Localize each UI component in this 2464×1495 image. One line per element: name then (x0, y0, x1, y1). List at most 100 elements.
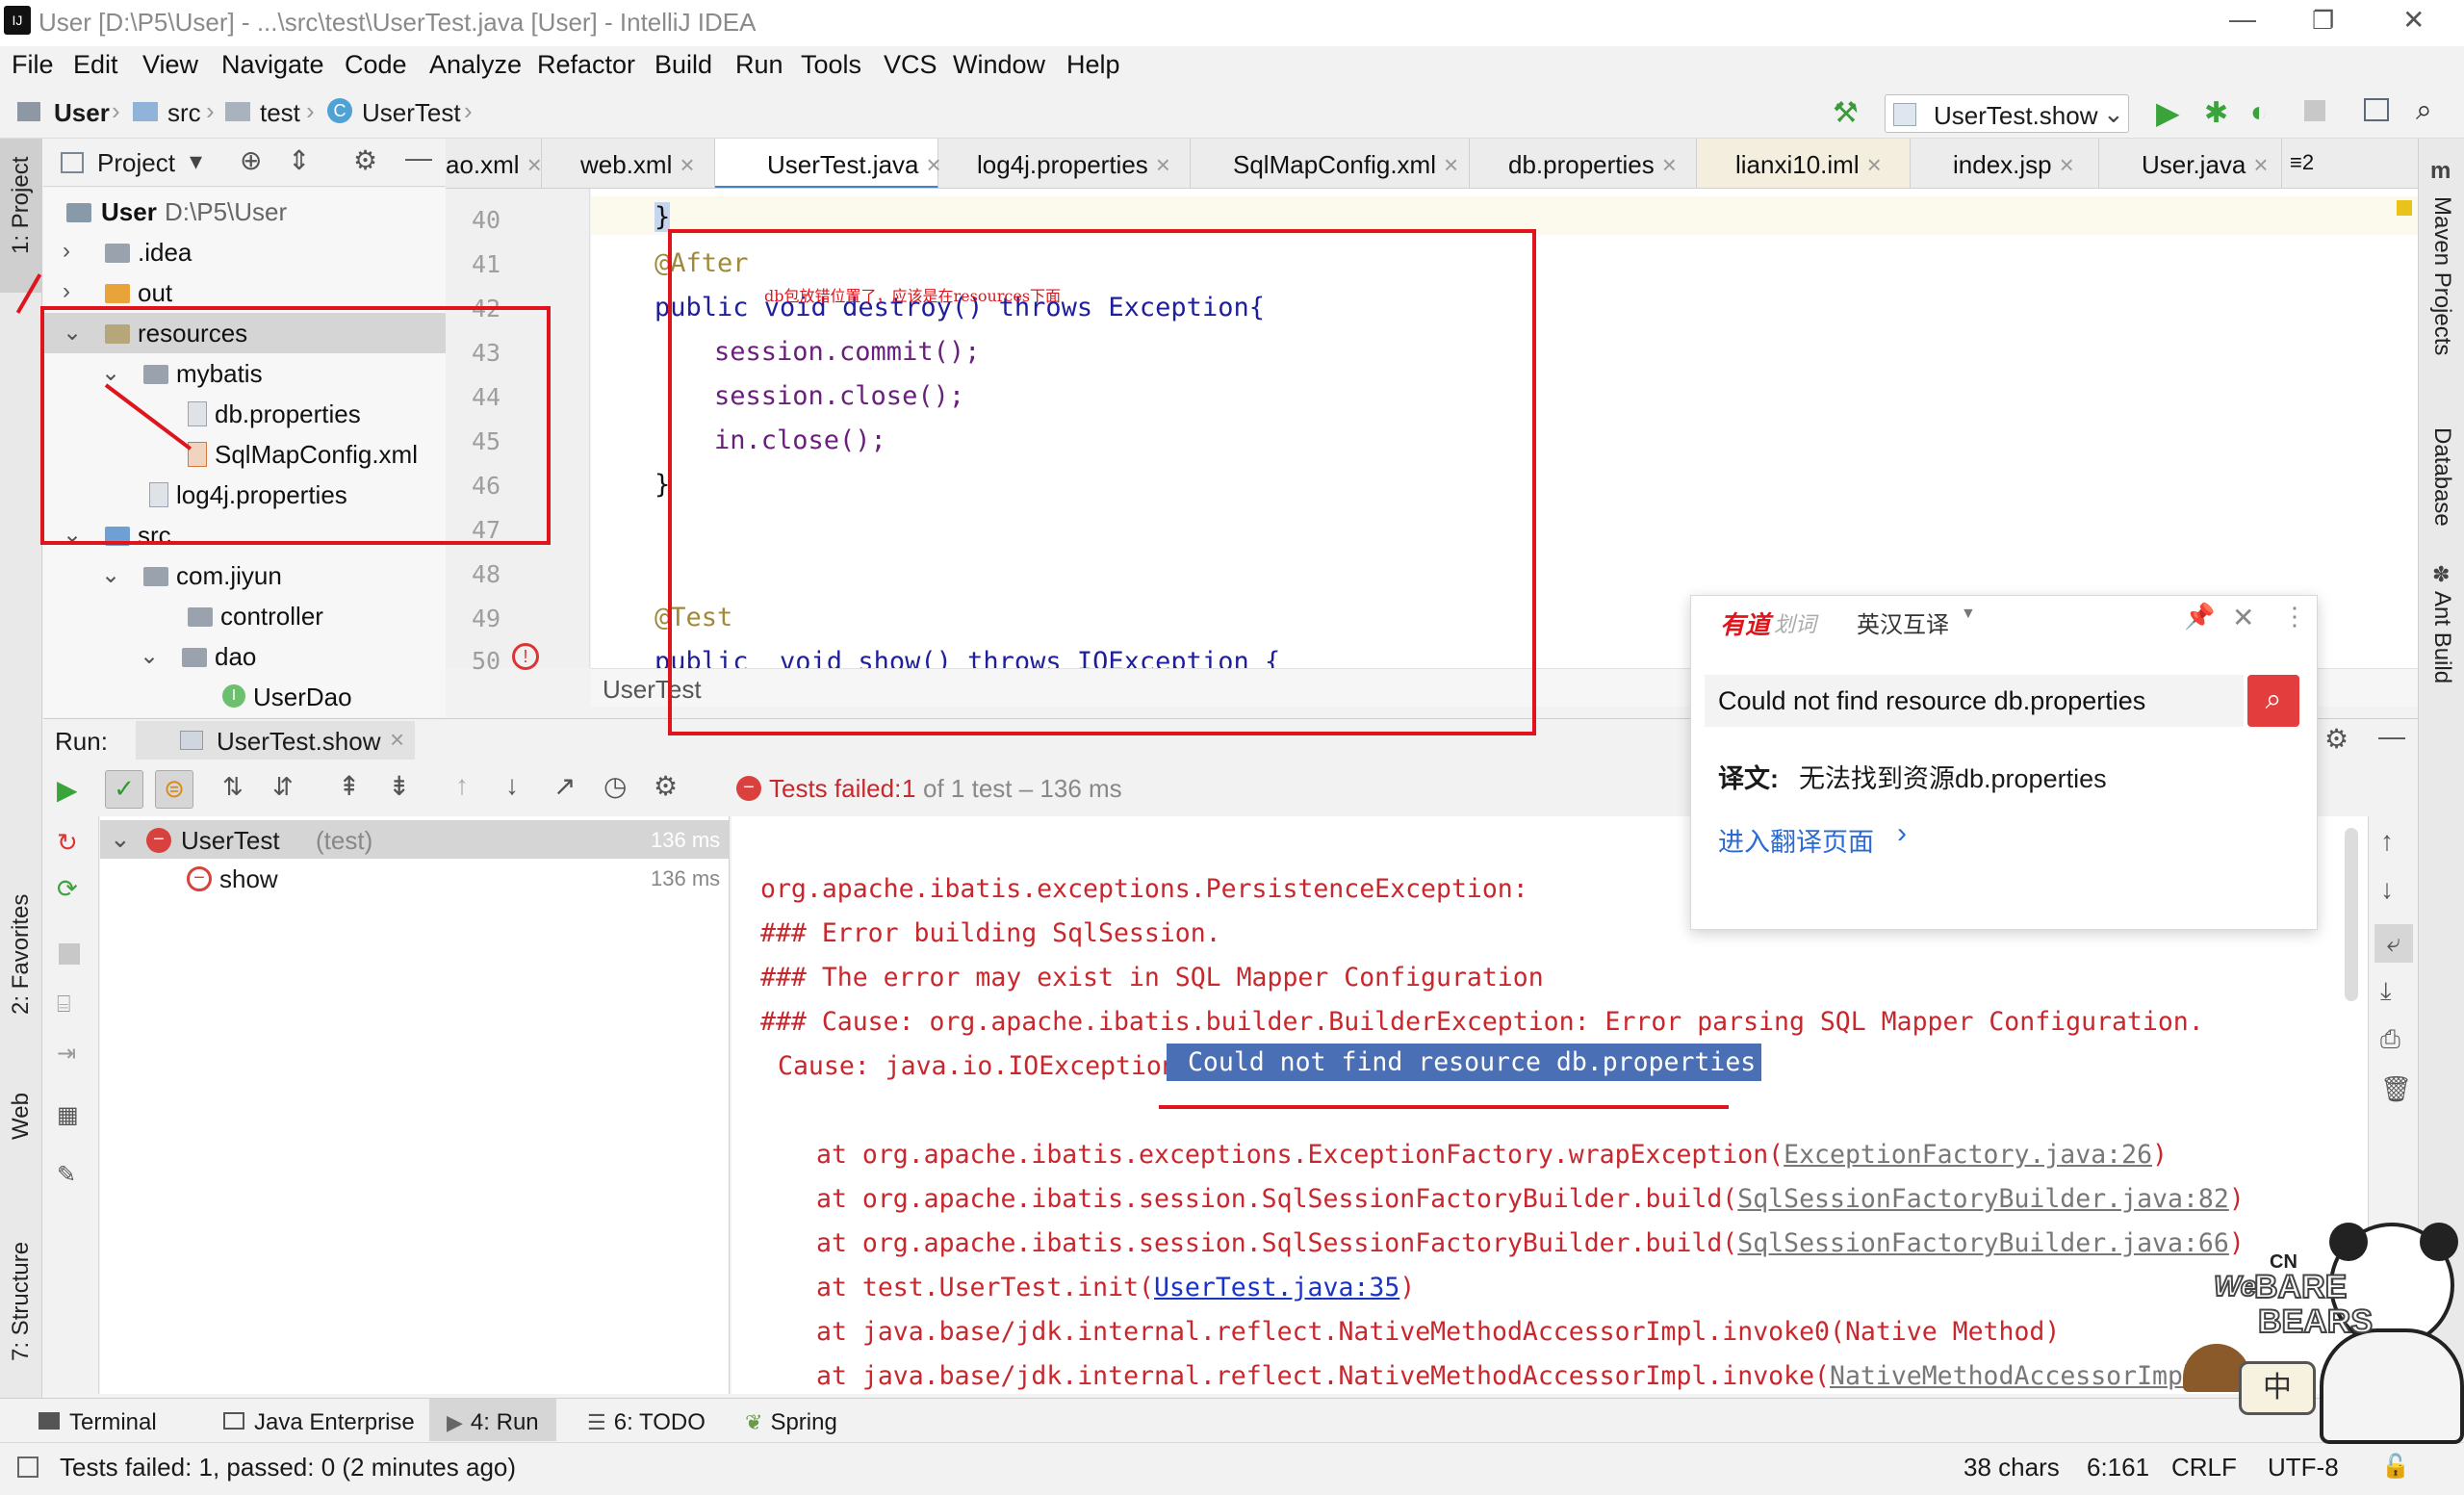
import-icon[interactable]: ⇥ (57, 1040, 76, 1068)
tab-db-properties[interactable]: db.properties × (1470, 139, 1697, 188)
open-translation-link[interactable]: 进入翻译页面 (1718, 821, 1874, 859)
minimize-button[interactable]: — (2229, 4, 2256, 35)
stack-link[interactable]: NativeMethodAccessorImpl (1830, 1361, 2198, 1391)
tab-todo[interactable]: ☰ 6: TODO (587, 1406, 706, 1436)
menu-navigate[interactable]: Navigate (221, 50, 324, 80)
scroll-down-icon[interactable]: ↓ (2380, 874, 2394, 905)
tab-lianxi10-iml[interactable]: lianxi10.iml × (1697, 139, 1911, 188)
rerun-failed-icon[interactable]: ↻ (57, 828, 78, 858)
run-config-dropdown[interactable]: UserTest.show ⌄ (1885, 94, 2129, 133)
stack-link[interactable]: UserTest.java:35 (1154, 1273, 1399, 1302)
test-method-row[interactable]: − show 136 ms (100, 859, 730, 897)
toggle-auto-test-icon[interactable]: ⟳ (57, 874, 78, 904)
sort-duration-icon[interactable]: ⇵ (272, 772, 294, 802)
menu-edit[interactable]: Edit (73, 50, 118, 80)
more-options-icon[interactable]: ⋮ (2282, 602, 2307, 632)
menu-run[interactable]: Run (735, 50, 783, 80)
tab-sqlmapconfig-xml[interactable]: SqlMapConfig.xml × (1191, 139, 1470, 188)
history-icon[interactable]: ◷ (603, 770, 627, 802)
status-position[interactable]: 6:161 (2087, 1453, 2149, 1482)
project-tool-tab[interactable]: 1: Project (0, 139, 42, 293)
tab-run[interactable]: ▶ 4: Run (429, 1399, 556, 1441)
close-icon[interactable]: × (390, 725, 404, 755)
project-structure-icon[interactable] (2364, 98, 2389, 121)
restore-button[interactable]: ❐ (2312, 6, 2334, 36)
ant-build-tool-tab[interactable]: Ant Build (2419, 581, 2464, 726)
menu-tools[interactable]: Tools (801, 50, 861, 80)
tree-item-controller[interactable]: controller (43, 596, 446, 636)
menu-refactor[interactable]: Refactor (537, 50, 635, 80)
menu-window[interactable]: Window (953, 50, 1045, 80)
breadcrumb-file[interactable]: UserTest (362, 98, 461, 128)
close-icon[interactable]: × (2060, 150, 2074, 179)
close-icon[interactable]: × (2253, 150, 2268, 179)
stack-link[interactable]: SqlSessionFactoryBuilder.java:66 (1737, 1228, 2229, 1258)
previous-test-icon[interactable]: ↑ (455, 770, 469, 801)
collapse-all-icon[interactable]: ⇕ (288, 144, 310, 176)
database-tool-tab[interactable]: Database (2419, 389, 2464, 533)
console-scrollbar[interactable] (2345, 828, 2358, 1001)
tree-item-dao[interactable]: ⌄ dao (43, 636, 446, 677)
breadcrumb-test[interactable]: test (260, 98, 300, 128)
pin-icon[interactable]: ✎ (57, 1161, 76, 1189)
show-ignored-icon[interactable]: ⊜ (155, 770, 193, 809)
status-encoding[interactable]: UTF-8 (2268, 1453, 2339, 1482)
export-icon[interactable]: ↗ (553, 770, 576, 802)
tree-item-idea[interactable]: › .idea (43, 232, 446, 272)
breadcrumb-project[interactable]: User (54, 98, 110, 128)
collapse-all-icon[interactable]: ⇟ (388, 770, 410, 802)
pin-icon[interactable]: 📌 (2184, 602, 2215, 632)
menu-view[interactable]: View (142, 50, 198, 80)
layout-icon[interactable]: ▦ (57, 1101, 79, 1129)
settings-gear-icon[interactable]: ⚙ (353, 144, 377, 176)
close-icon[interactable]: ✕ (2232, 602, 2254, 633)
settings-gear-icon[interactable]: ⚙ (654, 770, 678, 802)
tab-ao-xml[interactable]: ao.xml × (446, 139, 542, 188)
tab-terminal[interactable]: Terminal (38, 1406, 157, 1436)
menu-vcs[interactable]: VCS (884, 50, 937, 80)
test-class-row[interactable]: ⌄ − UserTest (test) 136 ms (100, 820, 730, 859)
camera-icon[interactable]: ⌸ (57, 992, 70, 1018)
scroll-up-icon[interactable]: ↑ (2380, 826, 2394, 857)
locate-file-icon[interactable]: ⊕ (240, 144, 262, 176)
tree-item-root[interactable]: User D:\P5\User (43, 192, 446, 232)
close-icon[interactable]: × (1867, 150, 1882, 179)
hide-panel-icon[interactable]: — (405, 142, 432, 173)
close-icon[interactable]: × (1156, 150, 1170, 179)
tab-index-jsp[interactable]: index.jsp × (1911, 139, 2099, 188)
stack-link[interactable]: SqlSessionFactoryBuilder.java:82 (1737, 1184, 2229, 1214)
search-icon[interactable]: ⌕ (2416, 94, 2432, 127)
structure-tool-tab[interactable]: 7: Structure (0, 1217, 42, 1380)
expand-all-icon[interactable]: ⇞ (338, 770, 360, 802)
tab-java-enterprise[interactable]: Java Enterprise (223, 1406, 415, 1436)
build-hammer-icon[interactable]: ⚒ (1833, 96, 1859, 130)
tab-overflow-button[interactable]: ≡2 (2284, 139, 2338, 188)
print-icon[interactable]: ⎙ (2380, 1024, 2400, 1055)
menu-code[interactable]: Code (345, 50, 407, 80)
tab-log4j-properties[interactable]: log4j.properties × (938, 139, 1191, 188)
language-dropdown[interactable]: 英汉互译 (1857, 606, 1949, 639)
run-icon[interactable]: ▶ (2156, 94, 2180, 131)
web-tool-tab[interactable]: Web (0, 1082, 42, 1178)
close-icon[interactable]: × (1444, 150, 1458, 179)
run-tab[interactable]: UserTest.show × (136, 721, 415, 760)
menu-help[interactable]: Help (1066, 50, 1120, 80)
close-icon[interactable]: × (527, 150, 542, 179)
favorites-tool-tab[interactable]: 2: Favorites (0, 894, 42, 1044)
stack-link[interactable]: ExceptionFactory.java:26 (1784, 1140, 2152, 1170)
coverage-icon[interactable]: ◐ (2250, 96, 2268, 129)
project-view-dropdown[interactable]: Project (97, 148, 175, 178)
next-test-icon[interactable]: ↓ (505, 770, 519, 801)
search-button[interactable]: ⌕ (2247, 675, 2299, 727)
toggle-tool-windows-icon[interactable] (17, 1456, 38, 1478)
query-input[interactable]: Could not find resource db.properties (1718, 686, 2145, 716)
hide-panel-icon[interactable]: — (2378, 721, 2405, 752)
menu-file[interactable]: File (12, 50, 54, 80)
menu-build[interactable]: Build (654, 50, 712, 80)
breadcrumb-src[interactable]: src (167, 98, 201, 128)
tree-item-userdao[interactable]: I UserDao (43, 677, 446, 717)
close-icon[interactable]: × (1662, 150, 1677, 179)
tab-user-java[interactable]: User.java × (2099, 139, 2282, 188)
tab-web-xml[interactable]: web.xml × (542, 139, 715, 188)
stop-icon[interactable] (2304, 100, 2325, 121)
